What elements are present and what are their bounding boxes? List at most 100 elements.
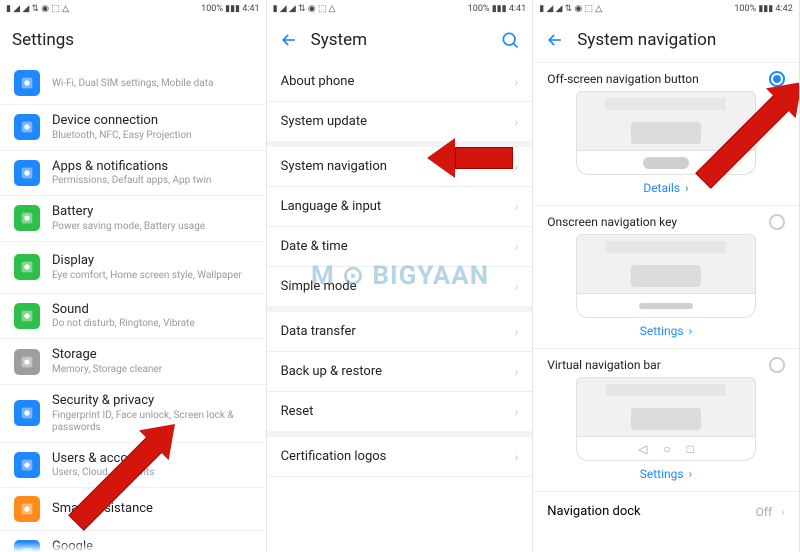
chevron-right-icon: › (515, 240, 519, 254)
back-icon[interactable] (279, 30, 299, 50)
system-item-label: About phone (281, 74, 355, 89)
navigation-options: Off-screen navigation button Details › Ons… (533, 62, 799, 481)
settings-item-smart-assistance[interactable]: Smart assistance (0, 488, 266, 531)
settings-item-users-accounts[interactable]: Users & accountsUsers, Cloud, Accounts (0, 443, 266, 489)
settings-item-sound[interactable]: SoundDo not disturb, Ringtone, Vibrate (0, 294, 266, 340)
status-battery-time: 100% ▮▮▮ 4:41 (201, 4, 259, 14)
settings-item-battery[interactable]: BatteryPower saving mode, Battery usage (0, 196, 266, 242)
settings-item-wireless[interactable]: Wi-Fi, Dual SIM settings, Mobile data (0, 62, 266, 105)
status-bar: ▮ ◢ ◢ ⇅ ◉ ⬚ △ 100% ▮▮▮ 4:41 (0, 0, 266, 18)
system-panel: ▮ ◢ ◢ ⇅ ◉ ⬚ △ 100% ▮▮▮ 4:41 System About… (267, 0, 534, 552)
system-item-label: Back up & restore (281, 364, 382, 379)
system-item-label: Simple mode (281, 279, 357, 294)
system-item-certification-logos[interactable]: Certification logos › (267, 437, 533, 477)
settings-item-subtitle: Bluetooth, NFC, Easy Projection (52, 130, 254, 142)
status-icons: ▮ ◢ ◢ ⇅ ◉ ⬚ △ (273, 4, 336, 14)
radio-button[interactable] (769, 71, 785, 87)
nav-option-virtual-navigation-bar[interactable]: Virtual navigation bar ◁○□ Settings › (533, 348, 799, 481)
settings-list: Wi-Fi, Dual SIM settings, Mobile data Dev… (0, 62, 266, 552)
chevron-right-icon: › (515, 115, 519, 129)
settings-item-label: Battery (52, 204, 254, 220)
nav-option-off-screen-navigation-button[interactable]: Off-screen navigation button Details › (533, 62, 799, 195)
nav-option-link[interactable]: Settings › (547, 324, 785, 338)
status-bar: ▮ ◢ ◢ ⇅ ◉ ⬚ △ 100% ▮▮▮ 4:41 (267, 0, 533, 18)
settings-item-label: Device connection (52, 113, 254, 129)
system-item-label: Language & input (281, 199, 382, 214)
system-item-label: Reset (281, 404, 314, 419)
settings-item-icon (14, 254, 40, 280)
settings-item-subtitle: Do not disturb, Ringtone, Vibrate (52, 318, 254, 330)
settings-item-subtitle: Power saving mode, Battery usage (52, 221, 254, 233)
settings-item-subtitle: Memory, Storage cleaner (52, 364, 254, 376)
radio-button[interactable] (769, 357, 785, 373)
system-item-data-transfer[interactable]: Data transfer› (267, 312, 533, 352)
system-item-label: System update (281, 114, 367, 129)
navigation-dock-row[interactable]: Navigation dock Off › (533, 491, 799, 531)
settings-item-subtitle: Permissions, Default apps, App twin (52, 175, 254, 187)
page-title: System navigation (577, 30, 716, 50)
settings-item-label: Storage (52, 347, 254, 363)
radio-button[interactable] (769, 214, 785, 230)
navigation-dock-label: Navigation dock (547, 504, 640, 519)
search-icon[interactable] (500, 30, 520, 50)
nav-option-onscreen-navigation-key[interactable]: Onscreen navigation keySettings › (533, 205, 799, 338)
settings-item-icon (14, 205, 40, 231)
system-item-reset[interactable]: Reset › (267, 392, 533, 437)
settings-item-display[interactable]: DisplayEye comfort, Home screen style, W… (0, 242, 266, 294)
system-item-label: System navigation (281, 159, 387, 174)
settings-item-subtitle: Fingerprint ID, Face unlock, Screen lock… (52, 410, 254, 434)
system-list: About phone›System update›System navigat… (267, 62, 533, 477)
nav-option-label: Virtual navigation bar (547, 358, 661, 372)
page-title: Settings (12, 30, 74, 50)
settings-item-icon (14, 303, 40, 329)
nav-option-link[interactable]: Settings › (547, 467, 785, 481)
app-bar: Settings (0, 18, 266, 62)
system-item-language-input[interactable]: Language & input › (267, 187, 533, 227)
settings-item-subtitle: Users, Cloud, Accounts (52, 467, 254, 479)
settings-item-device-connection[interactable]: Device connectionBluetooth, NFC, Easy Pr… (0, 105, 266, 151)
back-icon[interactable] (545, 30, 565, 50)
settings-item-icon (14, 496, 40, 522)
system-item-simple-mode[interactable]: Simple mode › (267, 267, 533, 312)
settings-item-icon (14, 400, 40, 426)
settings-item-icon (14, 114, 40, 140)
chevron-right-icon: › (515, 450, 519, 464)
nav-option-label: Off-screen navigation button (547, 72, 699, 86)
settings-item-label: Smart assistance (52, 501, 254, 517)
system-item-back-up-restore[interactable]: Back up & restore › (267, 352, 533, 392)
app-bar: System navigation (533, 18, 799, 62)
system-item-system-update[interactable]: System update › (267, 102, 533, 147)
nav-option-preview: ◁○□ (576, 377, 756, 461)
status-bar: ▮ ◢ ◢ ⇅ ◉ ⬚ △ 100% ▮▮▮ 4:42 (533, 0, 799, 18)
chevron-right-icon: › (515, 405, 519, 419)
nav-option-preview (576, 91, 756, 175)
chevron-right-icon: › (515, 200, 519, 214)
settings-item-label: Display (52, 253, 254, 269)
settings-item-security-privacy[interactable]: Security & privacyFingerprint ID, Face u… (0, 385, 266, 443)
settings-item-label: Security & privacy (52, 393, 254, 409)
status-icons: ▮ ◢ ◢ ⇅ ◉ ⬚ △ (539, 4, 602, 14)
app-bar: System (267, 18, 533, 62)
settings-item-subtitle: Eye comfort, Home screen style, Wallpape… (52, 270, 254, 282)
settings-item-icon (14, 349, 40, 375)
settings-item-storage[interactable]: StorageMemory, Storage cleaner (0, 339, 266, 385)
system-item-label: Date & time (281, 239, 348, 254)
page-title: System (311, 30, 367, 50)
settings-item-icon (14, 70, 40, 96)
nav-option-link[interactable]: Details › (547, 181, 785, 195)
settings-item-label: Apps & notifications (52, 159, 254, 175)
chevron-right-icon: › (515, 365, 519, 379)
settings-item-apps-notifications[interactable]: Apps & notificationsPermissions, Default… (0, 151, 266, 197)
settings-item-icon (14, 160, 40, 186)
system-navigation-panel: ▮ ◢ ◢ ⇅ ◉ ⬚ △ 100% ▮▮▮ 4:42 System navig… (533, 0, 800, 552)
system-item-label: Certification logos (281, 449, 387, 464)
chevron-right-icon: › (515, 160, 519, 174)
system-item-date-time[interactable]: Date & time › (267, 227, 533, 267)
nav-option-preview (576, 234, 756, 318)
settings-item-subtitle: Wi-Fi, Dual SIM settings, Mobile data (52, 78, 254, 90)
navigation-dock-value: Off › (756, 505, 785, 519)
settings-item-label: Users & accounts (52, 451, 254, 467)
chevron-right-icon: › (515, 280, 519, 294)
system-item-system-navigation[interactable]: System navigation › (267, 147, 533, 187)
system-item-about-phone[interactable]: About phone› (267, 62, 533, 102)
